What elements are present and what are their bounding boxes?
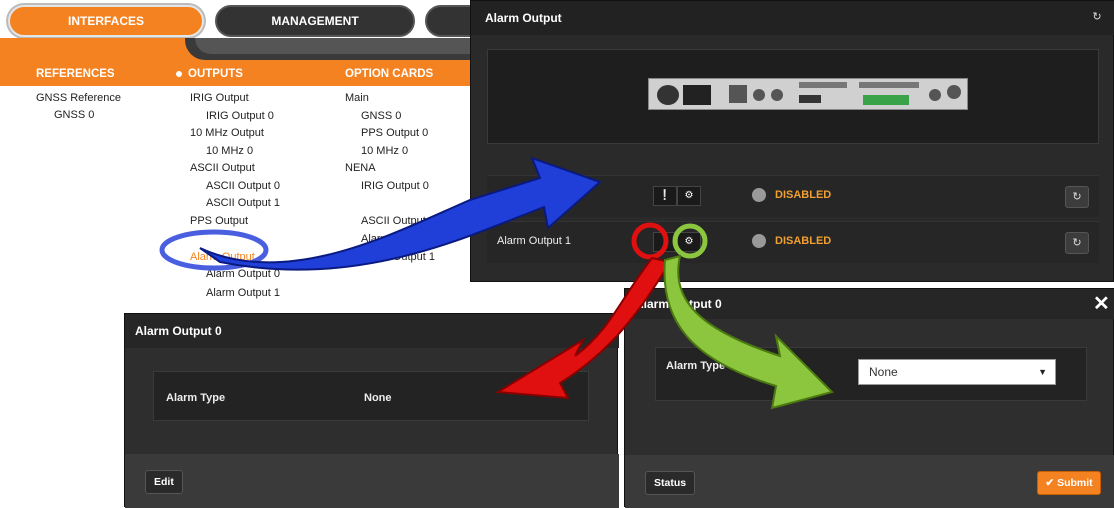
vent-icon: [859, 82, 919, 88]
view-window-footer: Edit: [125, 454, 619, 508]
alarm-output-row: Alarm Output 1 ❕ ⚙ DISABLED ↻: [487, 221, 1099, 263]
alarm-type-select-value: None: [869, 365, 898, 379]
menu-item-nena[interactable]: NENA: [345, 162, 376, 174]
tab-management[interactable]: MANAGEMENT: [215, 5, 415, 37]
menu-header-notch-inner: [195, 38, 485, 54]
menu-item-card-alarm-output-1[interactable]: Alarm Output 1: [361, 251, 435, 263]
alarm-type-select[interactable]: None ▼: [858, 359, 1056, 385]
references-header: REFERENCES: [36, 68, 115, 80]
menu-item-pps-output[interactable]: PPS Output: [190, 215, 248, 227]
close-icon[interactable]: ✕: [1093, 291, 1110, 316]
menu-item-10mhz-output[interactable]: 10 MHz Output: [190, 127, 264, 139]
power-port-icon: [657, 85, 679, 105]
alarm-type-panel: Alarm Type None: [153, 371, 589, 421]
outputs-header: OUTPUTS: [176, 68, 243, 80]
submit-button[interactable]: ✔ Submit: [1037, 471, 1101, 495]
view-window-titlebar: Alarm Output 0: [125, 314, 619, 348]
serial-port-icon: [799, 95, 821, 103]
status-label: DISABLED: [775, 235, 832, 247]
alarm-output-titlebar: Alarm Output ↻: [471, 1, 1114, 35]
edit-window-titlebar: Alarm Output 0 ✕: [625, 289, 1114, 319]
info-icon[interactable]: ❕: [653, 232, 677, 252]
status-indicator: [752, 188, 766, 202]
menu-item-gnss-reference[interactable]: GNSS Reference: [36, 92, 121, 104]
gear-icon[interactable]: ⚙: [677, 186, 701, 206]
check-icon: ✔: [1045, 477, 1055, 489]
vent-icon: [799, 82, 847, 88]
alarm-output-0-view-window: Alarm Output 0 Alarm Type None Edit: [124, 313, 619, 508]
menu-item-irig-output[interactable]: IRIG Output: [190, 92, 249, 104]
option-cards-header: OPTION CARDS: [345, 68, 434, 80]
outputs-header-label: OUTPUTS: [188, 68, 243, 80]
status-button[interactable]: Status: [645, 471, 696, 495]
menu-item-card-alarm-output-0[interactable]: Alarm Output 0: [361, 233, 435, 245]
device-rear-panel-image: [648, 78, 968, 110]
row-label: Alarm Output 1: [497, 235, 571, 247]
alarm-output-0-edit-window: Alarm Output 0 ✕ Alarm Type None ▼ Statu…: [624, 288, 1114, 508]
bnc-port-icon: [753, 89, 765, 101]
gear-icon[interactable]: ⚙: [677, 232, 701, 252]
refresh-icon[interactable]: ↻: [1065, 232, 1089, 254]
menu-item-10mhz-0[interactable]: 10 MHz 0: [206, 145, 253, 157]
device-image-panel: [487, 49, 1099, 144]
menu-item-alarm-output-1[interactable]: Alarm Output 1: [206, 287, 280, 299]
menu-item-ascii-output-0[interactable]: ASCII Output 0: [206, 180, 280, 192]
alarm-type-label: Alarm Type: [666, 360, 726, 372]
status-indicator: [752, 234, 766, 248]
edit-window-footer: Status ✔ Submit: [625, 455, 1114, 508]
menu-item-card-ascii-output-1[interactable]: ASCII Output 1: [361, 215, 435, 227]
menu-item-alarm-output[interactable]: Alarm Output: [190, 251, 255, 263]
alarm-output-title: Alarm Output: [485, 11, 562, 25]
tab-interfaces[interactable]: INTERFACES: [8, 5, 204, 37]
edit-button[interactable]: Edit: [145, 470, 183, 494]
power-socket-icon: [683, 85, 711, 105]
status-label: DISABLED: [775, 189, 832, 201]
menu-item-card-pps-output-0[interactable]: PPS Output 0: [361, 127, 428, 139]
alarm-output-window: Alarm Output ↻ ❕ ⚙ DISABLED ↻ Alarm Outp…: [470, 0, 1114, 282]
menu-item-ascii-output-1[interactable]: ASCII Output 1: [206, 197, 280, 209]
bullet-icon: [176, 70, 182, 77]
info-icon[interactable]: ❕: [653, 186, 677, 206]
alarm-type-label: Alarm Type: [166, 392, 226, 404]
menu-item-alarm-output-0[interactable]: Alarm Output 0: [206, 268, 280, 280]
menu-item-card-irig-output-0[interactable]: IRIG Output 0: [361, 180, 429, 192]
menu-item-gnss-0[interactable]: GNSS 0: [54, 109, 94, 121]
bnc-port-icon: [947, 85, 961, 99]
view-window-title: Alarm Output 0: [135, 324, 222, 338]
terminal-block-icon: [863, 95, 909, 105]
bnc-port-icon: [929, 89, 941, 101]
refresh-icon[interactable]: ↻: [1065, 186, 1089, 208]
menu-item-card-gnss-0[interactable]: GNSS 0: [361, 110, 401, 122]
refresh-icon[interactable]: ↻: [1085, 7, 1109, 29]
bnc-port-icon: [771, 89, 783, 101]
alarm-type-edit-panel: Alarm Type None ▼: [655, 347, 1087, 401]
alarm-output-row: ❕ ⚙ DISABLED ↻: [487, 175, 1099, 217]
submit-label: Submit: [1057, 477, 1093, 489]
alarm-type-value: None: [364, 392, 392, 404]
menu-item-irig-output-0[interactable]: IRIG Output 0: [206, 110, 274, 122]
chevron-down-icon: ▼: [1038, 367, 1047, 377]
menu-item-ascii-output[interactable]: ASCII Output: [190, 162, 255, 174]
ethernet-port-icon: [729, 85, 747, 103]
menu-item-main[interactable]: Main: [345, 92, 369, 104]
edit-window-title: Alarm Output 0: [635, 297, 722, 311]
menu-item-card-10mhz-0[interactable]: 10 MHz 0: [361, 145, 408, 157]
